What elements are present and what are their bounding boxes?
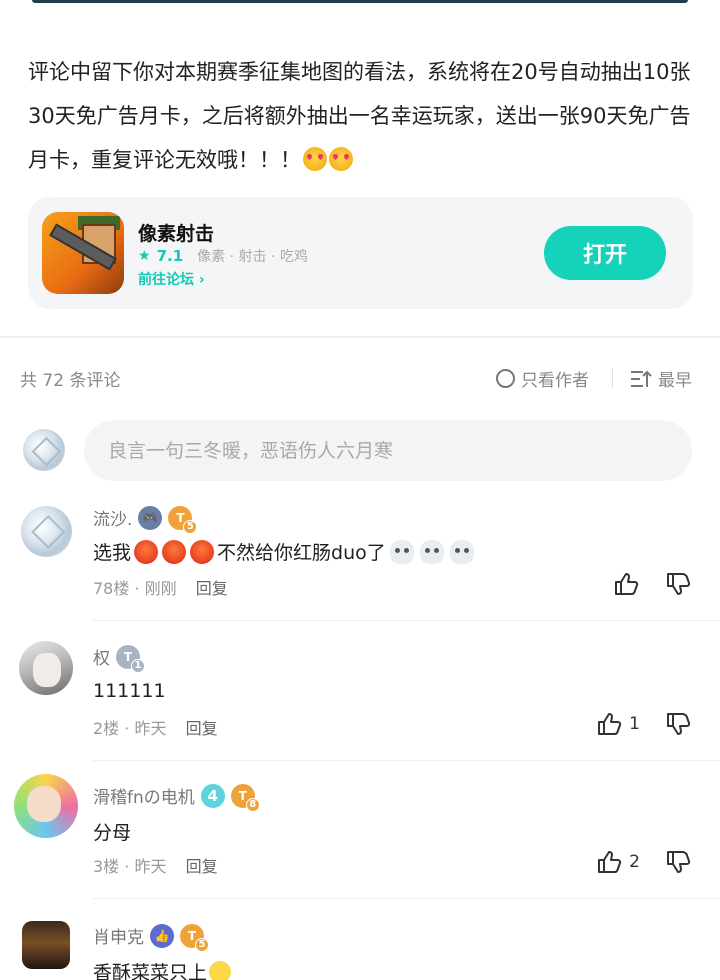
comment-text: 香酥菜菜只上	[93, 958, 232, 980]
app-rating: 7.1	[156, 247, 184, 265]
heart-eyes-emoji-icon	[329, 147, 353, 171]
comment-actions	[612, 570, 692, 598]
comment-text: 分母	[93, 822, 132, 844]
username-label: 滑稽fnの电机	[93, 788, 195, 808]
username-label: 流沙.	[93, 510, 133, 530]
gamepad-badge-icon: 🎮	[138, 505, 163, 530]
comments-header: 共 72 条评论 只看作者 最早	[20, 366, 700, 391]
level-badge-icon: T1	[116, 644, 145, 673]
reply-button[interactable]: 回复	[186, 857, 218, 876]
avatar[interactable]	[22, 921, 70, 969]
author-only-label: 只看作者	[521, 371, 589, 391]
avatar[interactable]	[21, 506, 72, 557]
comment-time: 刚刚	[144, 579, 177, 598]
app-tags: 像素 · 射击 · 吃鸡	[197, 249, 308, 265]
angry-emoji-icon	[162, 539, 187, 564]
like-count: 1	[629, 714, 640, 734]
heart-eyes-emoji-icon	[303, 147, 327, 171]
angry-emoji-icon	[190, 539, 215, 564]
sort-icon	[631, 370, 652, 387]
avatar[interactable]	[19, 641, 73, 695]
comment-time: 昨天	[134, 857, 167, 876]
forum-link-label: 前往论坛	[138, 272, 194, 288]
avatar[interactable]	[14, 774, 78, 838]
username-label: 权	[93, 649, 110, 669]
angry-emoji-icon	[134, 539, 159, 564]
comment-actions: 2	[595, 848, 692, 876]
app-name: 像素射击	[138, 223, 215, 245]
skull-emoji-icon	[389, 539, 414, 564]
laughing-emoji-icon	[209, 960, 232, 980]
post-body-text: 评论中留下你对本期赛季征集地图的看法，系统将在20号自动抽出10张30天免广告月…	[28, 60, 691, 172]
thumbs-up-badge-icon: 👍	[150, 923, 174, 948]
sort-label: 最早	[658, 371, 692, 391]
badge-level: 5	[195, 937, 209, 952]
thumbs-down-icon	[667, 851, 691, 873]
comment-actions: 1	[595, 710, 692, 738]
like-button[interactable]	[612, 570, 640, 598]
like-count: 2	[629, 852, 640, 872]
comment-floor: 3楼	[93, 857, 120, 876]
header-separator	[612, 368, 613, 388]
author-only-toggle[interactable]: 只看作者	[496, 366, 589, 391]
sort-toggle[interactable]: 最早	[630, 366, 692, 391]
section-divider	[0, 336, 720, 338]
comment-count: 共 72 条评论	[20, 371, 121, 391]
like-button[interactable]: 2	[595, 848, 640, 876]
game-app-card[interactable]: 像素射击 ★ 7.1 像素 · 射击 · 吃鸡 前往论坛 › 打开	[28, 197, 693, 309]
comment-text: 选我 不然给你红肠duo了	[93, 538, 476, 565]
comment-username[interactable]: 权 T1	[93, 644, 145, 673]
dislike-button[interactable]	[664, 710, 692, 738]
chevron-right-icon: ›	[198, 272, 205, 288]
level-badge-icon: T5	[168, 505, 198, 534]
forum-link[interactable]: 前往论坛 ›	[138, 269, 205, 289]
comment-floor: 2楼	[93, 719, 120, 738]
skull-emoji-icon	[419, 539, 444, 564]
comment-divider	[93, 898, 720, 899]
thumbs-up-icon	[615, 573, 639, 595]
comment-meta: 2楼 · 昨天 回复	[93, 719, 218, 738]
radio-icon	[496, 369, 515, 388]
comment-username[interactable]: 肖申克 👍 T5	[93, 923, 209, 952]
username-label: 肖申克	[93, 928, 144, 948]
level-badge-icon: T5	[180, 923, 209, 952]
game-app-icon	[42, 212, 124, 294]
previous-media-bottom-edge	[32, 0, 688, 3]
comment-meta: 3楼 · 昨天 回复	[93, 857, 218, 876]
thumbs-up-icon	[598, 713, 622, 735]
comment-username[interactable]: 滑稽fnの电机 4 T8	[93, 783, 260, 812]
comment-username[interactable]: 流沙. 🎮 T5	[93, 505, 198, 534]
comment-input[interactable]	[84, 420, 692, 481]
comment-divider	[93, 760, 720, 761]
comment-text-part: 香酥菜菜只上	[93, 962, 208, 980]
reply-button[interactable]: 回复	[196, 579, 228, 598]
comment-floor: 78楼	[93, 579, 130, 598]
badge-level: 1	[131, 658, 145, 673]
my-avatar[interactable]	[23, 429, 65, 471]
comment-text-part: 不然给你红肠duo了	[217, 542, 386, 564]
thumbs-up-icon	[598, 851, 622, 873]
thumbs-down-icon	[667, 713, 691, 735]
comment-text-part: 选我	[93, 542, 132, 564]
comment-divider	[93, 620, 720, 621]
reply-button[interactable]: 回复	[186, 719, 218, 738]
post-body: 评论中留下你对本期赛季征集地图的看法，系统将在20号自动抽出10张30天免广告月…	[28, 50, 694, 182]
comment-text: 111111	[93, 680, 166, 702]
dislike-button[interactable]	[664, 570, 692, 598]
user-level-badge-icon: 4	[200, 783, 225, 808]
comment-time: 昨天	[134, 719, 167, 738]
badge-level: 8	[245, 797, 260, 812]
comment-meta: 78楼 · 刚刚 回复	[93, 579, 228, 598]
thumbs-down-icon	[667, 573, 691, 595]
like-button[interactable]: 1	[595, 710, 640, 738]
level-badge-icon: T8	[230, 783, 260, 812]
app-meta: ★ 7.1 像素 · 射击 · 吃鸡	[138, 246, 308, 266]
open-app-button[interactable]: 打开	[544, 226, 666, 280]
badge-level: 5	[183, 519, 198, 534]
dislike-button[interactable]	[664, 848, 692, 876]
skull-emoji-icon	[449, 539, 474, 564]
star-icon: ★	[138, 248, 151, 264]
